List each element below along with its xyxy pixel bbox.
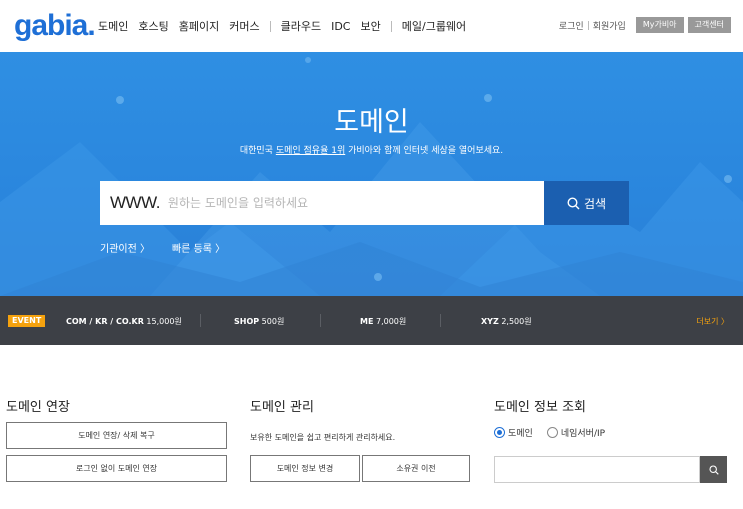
event-item-name: XYZ [481,317,499,326]
renew-section: 도메인 연장 [6,396,70,415]
nav-mail-groupware[interactable]: 메일/그룹웨어 [402,18,466,34]
lookup-type-radios: 도메인 네임서버/IP [494,426,605,439]
nav-idc[interactable]: IDC [331,20,350,33]
event-item-name: COM / KR / CO.KR [66,317,144,326]
search-icon [708,464,719,475]
event-item-shop[interactable]: SHOP 500원 [234,316,284,327]
radio-nameserver-label: 네임서버/IP [560,429,606,439]
signup-link[interactable]: 회원가입 [593,19,626,32]
lookup-title: 도메인 정보 조회 [494,400,586,415]
radio-domain-label: 도메인 [508,429,533,439]
lookup-section: 도메인 정보 조회 [494,396,586,415]
hero-subtitle: 대한민국 도메인 점유율 1위 가비아와 함께 인터넷 세상을 열어보세요. [0,143,743,156]
ownership-transfer-button[interactable]: 소유권 이전 [362,455,470,482]
nav-divider [269,20,271,32]
login-link[interactable]: 로그인 [559,19,584,32]
event-divider [200,314,201,327]
event-item-me[interactable]: ME 7,000원 [360,316,406,327]
domain-search-button[interactable]: 검색 [544,181,629,225]
nav-cloud[interactable]: 클라우드 [281,18,321,34]
top-utility-links: 로그인 회원가입 My가비아 고객센터 [559,17,731,33]
renew-restore-button[interactable]: 도메인 연장/ 삭제 복구 [6,422,227,449]
main-nav: 도메인 호스팅 홈페이지 커머스 클라우드 IDC 보안 메일/그룹웨어 [98,18,476,34]
my-gabia-button[interactable]: My가비아 [635,17,684,33]
event-item-price: 500원 [261,317,285,326]
utility-divider [587,20,589,30]
manage-section: 도메인 관리 [250,396,314,415]
event-item-com-kr[interactable]: COM / KR / CO.KR 15,000원 [66,316,182,327]
event-more-link[interactable]: 더보기 〉 [696,316,729,327]
nav-domain[interactable]: 도메인 [98,18,128,34]
hero-quick-links: 기관이전 〉 빠른 등록 〉 [100,240,247,255]
domain-search-box: WWW. [100,181,544,225]
renew-without-login-button[interactable]: 로그인 없이 도메인 연장 [6,455,227,482]
www-prefix: WWW. [110,193,160,212]
domain-info-change-button[interactable]: 도메인 정보 변경 [250,455,360,482]
event-item-name: SHOP [234,317,260,326]
support-button[interactable]: 고객센터 [687,17,731,33]
event-item-price: 2,500원 [501,317,532,326]
event-divider [440,314,441,327]
lookup-input[interactable] [494,456,700,483]
event-item-price: 15,000원 [146,317,182,326]
hero-title: 도메인 [334,107,409,138]
lookup-search-button[interactable] [700,456,727,483]
search-button-label: 검색 [583,196,607,211]
subtitle-text: 대한민국 [239,146,276,156]
radio-domain[interactable] [494,427,505,438]
event-badge: EVENT [8,315,46,327]
manage-description: 보유한 도메인을 쉽고 편리하게 관리하세요. [250,433,396,442]
domain-hero: 도메인 대한민국 도메인 점유율 1위 가비아와 함께 인터넷 세상을 열어보세… [0,52,743,296]
domain-search-input[interactable] [167,196,528,210]
logo-text: gabia [14,9,88,42]
top-header: gabia. 도메인 호스팅 홈페이지 커머스 클라우드 IDC 보안 메일/그… [0,0,743,52]
event-divider [320,314,321,327]
subtitle-text: 가비아와 함께 인터넷 세상을 열어보세요. [345,146,504,156]
market-share-link[interactable]: 도메인 점유율 1위 [276,146,345,156]
event-item-xyz[interactable]: XYZ 2,500원 [481,316,532,327]
event-price-bar: EVENT COM / KR / CO.KR 15,000원 SHOP 500원… [0,296,743,345]
quick-register-link[interactable]: 빠른 등록 〉 [172,240,225,255]
search-icon [567,196,580,209]
radio-nameserver[interactable] [546,427,558,438]
event-item-name: ME [360,317,374,326]
renew-title: 도메인 연장 [6,400,70,415]
nav-hosting[interactable]: 호스팅 [138,18,168,34]
nav-homepage[interactable]: 홈페이지 [179,18,219,34]
nav-security[interactable]: 보안 [361,18,381,34]
hero-background-mountains [0,57,743,296]
nav-divider [390,20,392,32]
gabia-logo[interactable]: gabia. [14,9,96,43]
manage-title: 도메인 관리 [250,400,314,415]
nav-commerce[interactable]: 커머스 [229,18,259,34]
agency-transfer-link[interactable]: 기관이전 〉 [100,240,150,255]
event-item-price: 7,000원 [375,317,407,326]
